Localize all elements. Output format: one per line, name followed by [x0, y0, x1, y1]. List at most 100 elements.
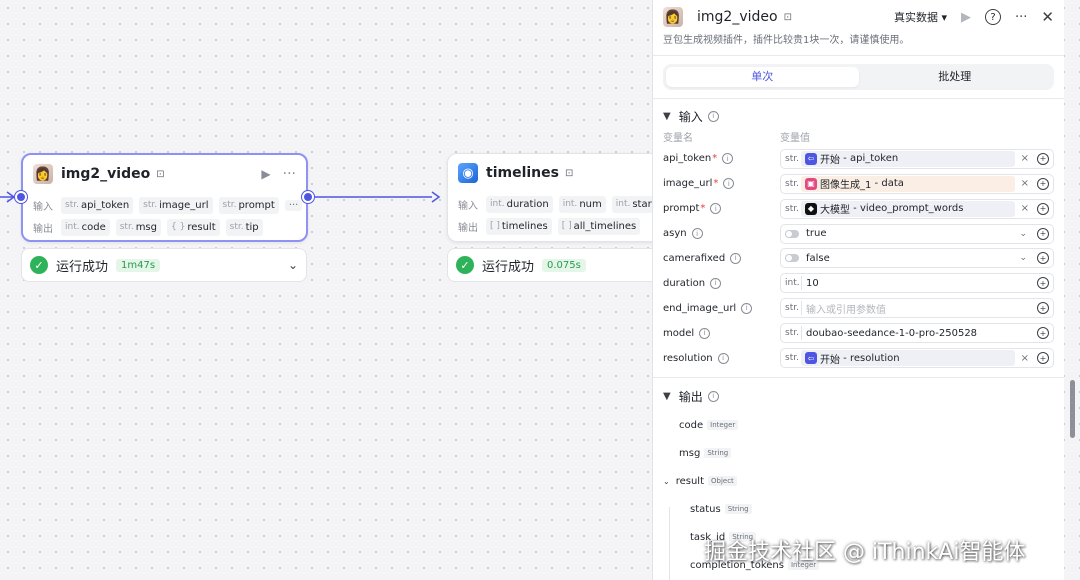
- param-row-api-token: api_token * i str. ⇦ 开始 - api_token × +: [653, 148, 1064, 170]
- param-value: true: [806, 228, 827, 240]
- run-icon[interactable]: ▶: [961, 10, 971, 25]
- clear-icon[interactable]: ×: [1021, 203, 1029, 214]
- output-item-expandable[interactable]: ⌄ result Object: [653, 467, 1064, 495]
- plugin-badge-icon: ⊡: [564, 167, 574, 179]
- param-value-field[interactable]: str. ⇦ 开始 - resolution × +: [780, 348, 1054, 369]
- type-tag: str.: [785, 328, 799, 339]
- param-row-image-url: image_url * i str. ▣ 图像生成_1 - data × +: [653, 173, 1064, 195]
- run-status-card[interactable]: ✓ 运行成功 0.075s: [447, 248, 662, 282]
- param-name: camerafixed: [663, 252, 726, 264]
- tab-batch[interactable]: 批处理: [859, 67, 1052, 87]
- chevron-down-icon: ⌄: [1019, 253, 1027, 264]
- output-child-item: status String: [653, 495, 1064, 523]
- boolean-toggle[interactable]: [785, 229, 799, 238]
- add-variable-icon[interactable]: +: [1037, 302, 1049, 315]
- type-tag: str.: [785, 203, 799, 214]
- node-outputs-row: 输出 int. code str. msg { } result str. tip: [23, 217, 306, 237]
- reference-chip: ⇦ 开始 - api_token: [801, 150, 1015, 167]
- output-chip: { } result: [167, 218, 220, 236]
- param-value-field[interactable]: str. 输入或引用参数值 +: [780, 298, 1054, 319]
- status-text: 运行成功: [482, 259, 535, 275]
- run-time-badge: 0.075s: [542, 258, 586, 272]
- workflow-canvas[interactable]: 👩 img2_video ⊡ ▶ ··· 输入 str. api_token st…: [0, 0, 662, 580]
- help-icon[interactable]: ?: [985, 9, 1002, 25]
- node-inputs-row: 输入 str. api_token str. image_url str. promp…: [23, 195, 306, 215]
- info-icon: i: [723, 178, 735, 190]
- param-value-field[interactable]: str. doubao-seedance-1-0-pro-250528 +: [780, 323, 1054, 344]
- param-value-select[interactable]: false ⌄ +: [780, 248, 1054, 269]
- info-icon: i: [710, 203, 722, 215]
- output-item: code Integer: [653, 411, 1064, 439]
- output-chip: str. msg: [115, 218, 161, 236]
- run-node-icon[interactable]: ▶: [261, 167, 270, 181]
- param-value-field[interactable]: str. ◆ 大模型 - video_prompt_words × +: [780, 198, 1054, 219]
- output-chip: str. tip: [225, 218, 263, 236]
- tab-single[interactable]: 单次: [666, 67, 859, 87]
- add-variable-icon[interactable]: +: [1037, 252, 1049, 265]
- panel-scrollbar[interactable]: [1070, 380, 1075, 438]
- start-node-icon: ⇦: [805, 152, 817, 165]
- inputs-label: 输入: [33, 201, 53, 213]
- input-chip: int. duration: [486, 195, 553, 213]
- plugin-avatar-icon: 👩: [663, 7, 683, 27]
- more-inputs-button[interactable]: ···: [284, 199, 303, 211]
- add-variable-icon[interactable]: +: [1037, 202, 1049, 215]
- watermark: 掘金技术社区 @ iThinkAi智能体: [704, 540, 1026, 565]
- add-variable-icon[interactable]: +: [1037, 277, 1049, 290]
- outputs-label: 输出: [458, 222, 478, 234]
- add-variable-icon[interactable]: +: [1037, 227, 1049, 240]
- chevron-down-icon[interactable]: ⌄: [288, 258, 298, 272]
- info-icon: i: [741, 302, 753, 314]
- chevron-down-icon[interactable]: ⌄: [663, 477, 670, 486]
- input-section-header[interactable]: ▼ 输入 i: [653, 103, 1064, 129]
- param-name: duration: [663, 277, 706, 289]
- param-value-field[interactable]: str. ▣ 图像生成_1 - data × +: [780, 173, 1054, 194]
- add-variable-icon[interactable]: +: [1037, 352, 1049, 365]
- output-item: msg String: [653, 439, 1064, 467]
- chevron-down-icon: ▼: [663, 390, 671, 402]
- required-mark: *: [713, 178, 719, 190]
- input-chip: str. api_token: [61, 196, 134, 214]
- plugin-avatar-icon: 👩: [33, 164, 53, 184]
- node-detail-panel: 👩 img2_video ⊡ 真实数据 ▾ ▶ ? ··· ✕ 豆包生成视频插件…: [652, 0, 1064, 580]
- node-connection-arrow: [431, 191, 441, 203]
- node-timelines[interactable]: ◉ timelines ⊡ 输入 int. duration int. num in…: [447, 153, 662, 242]
- input-port[interactable]: [15, 191, 27, 203]
- col-name-label: 变量名: [663, 133, 693, 144]
- reference-chip: ◆ 大模型 - video_prompt_words: [801, 200, 1015, 217]
- info-icon: i: [710, 277, 722, 289]
- node-img2-video[interactable]: 👩 img2_video ⊡ ▶ ··· 输入 str. api_token st…: [21, 153, 308, 242]
- param-row-end-image-url: end_image_url i str. 输入或引用参数值 +: [653, 297, 1064, 319]
- info-icon: i: [730, 252, 742, 264]
- clear-icon[interactable]: ×: [1021, 353, 1029, 364]
- input-chip: str. prompt: [218, 196, 279, 214]
- output-chip: int. code: [61, 218, 110, 236]
- param-value-field[interactable]: int. 10 +: [780, 273, 1054, 294]
- close-icon[interactable]: ✕: [1041, 8, 1054, 26]
- param-value-select[interactable]: true ⌄ +: [780, 223, 1054, 244]
- output-section-header[interactable]: ▼ 输出 i: [653, 383, 1064, 409]
- data-mode-select[interactable]: 真实数据 ▾: [894, 9, 947, 25]
- param-name: image_url: [663, 178, 713, 190]
- param-value-field[interactable]: str. ⇦ 开始 - api_token × +: [780, 148, 1054, 169]
- run-time-badge: 1m47s: [116, 258, 161, 272]
- add-variable-icon[interactable]: +: [1037, 327, 1049, 340]
- output-port[interactable]: [302, 191, 314, 203]
- param-name: resolution: [663, 352, 713, 364]
- param-placeholder: 输入或引用参数值: [806, 304, 886, 316]
- clear-icon[interactable]: ×: [1021, 153, 1029, 164]
- type-tag: str.: [785, 178, 799, 189]
- type-tag: str.: [785, 353, 799, 364]
- more-options-icon[interactable]: ···: [1015, 10, 1027, 25]
- chevron-down-icon: ⌄: [1019, 228, 1027, 239]
- run-mode-tabs: 单次 批处理: [663, 64, 1054, 90]
- clear-icon[interactable]: ×: [1021, 178, 1029, 189]
- run-status-card[interactable]: ✓ 运行成功 1m47s ⌄: [21, 248, 307, 282]
- info-icon: i: [707, 390, 719, 402]
- boolean-toggle[interactable]: [785, 254, 799, 263]
- more-options-icon[interactable]: ···: [283, 166, 296, 182]
- col-value-label: 变量值: [780, 133, 810, 144]
- type-tag: str.: [785, 303, 799, 314]
- add-variable-icon[interactable]: +: [1037, 152, 1049, 165]
- add-variable-icon[interactable]: +: [1037, 177, 1049, 190]
